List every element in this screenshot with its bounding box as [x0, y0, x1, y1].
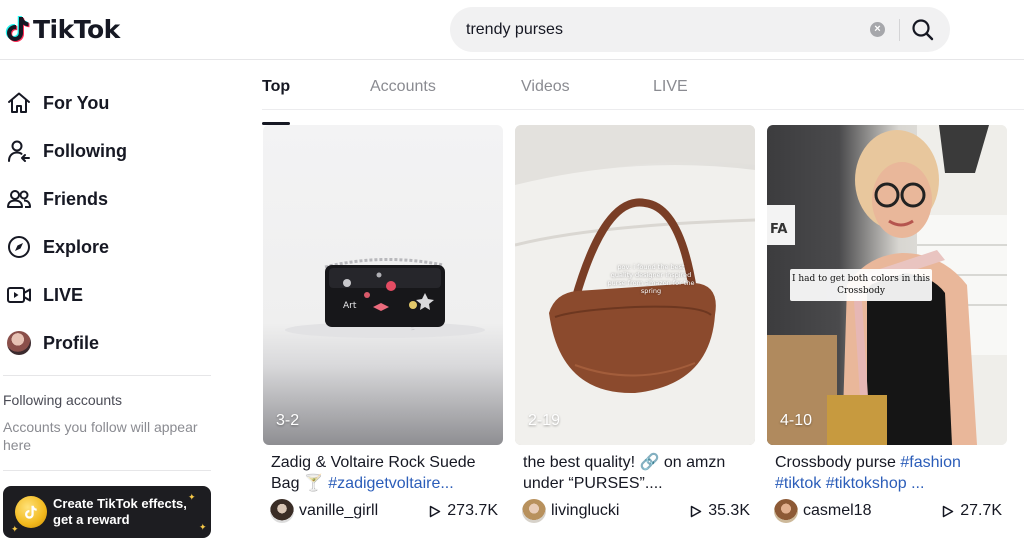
video-card[interactable]: pov: i found the best quality designer i… [515, 125, 755, 525]
play-icon [430, 505, 441, 517]
sidebar-item-profile[interactable]: Profile [6, 325, 211, 361]
svg-text:FA: FA [770, 222, 787, 237]
search-result-tabs: Top Accounts Videos LIVE [262, 62, 1024, 125]
sidebar-item-explore[interactable]: Explore [6, 229, 211, 265]
black-purse-image: Art [285, 257, 485, 338]
caption-hashtags[interactable]: #zadigetvoltaire... [328, 475, 453, 492]
tab-label: Top [262, 78, 291, 95]
video-overlay-text: I had to get both colors in this Crossbo… [790, 269, 932, 301]
sidebar-item-label: LIVE [43, 284, 84, 305]
profile-avatar-wrap [6, 330, 32, 356]
search-icon [912, 19, 934, 41]
tab-videos[interactable]: Videos [521, 78, 570, 96]
caption-text: the best quality! 🔗 on amzn under “PURSE… [523, 454, 726, 492]
sidebar-item-live[interactable]: LIVE [6, 277, 211, 313]
sidebar-item-friends[interactable]: Friends [6, 181, 211, 217]
play-icon [942, 505, 954, 517]
author-name[interactable]: vanille_girll [299, 502, 378, 520]
video-thumbnail[interactable]: Art 3-2 [263, 125, 503, 445]
video-thumbnail[interactable]: pov: i found the best quality designer i… [515, 125, 755, 445]
play-icon [690, 505, 702, 517]
view-count-value: 273.7K [447, 502, 498, 519]
top-header: TikTok × [0, 0, 1024, 60]
author-avatar[interactable] [522, 499, 546, 523]
video-date: 3-2 [276, 412, 300, 429]
search-divider [899, 19, 900, 41]
video-card[interactable]: Art 3-2 Zadig & Voltaire Rock Suede Bag … [263, 125, 503, 525]
friends-icon [6, 186, 32, 212]
video-caption[interactable]: the best quality! 🔗 on amzn under “PURSE… [523, 452, 751, 494]
sidebar-item-label: Explore [43, 236, 110, 257]
live-icon [6, 282, 32, 308]
author-name[interactable]: casmel18 [803, 502, 871, 520]
following-icon [6, 138, 32, 164]
sidebar-item-following[interactable]: Following [6, 133, 211, 169]
video-caption[interactable]: Crossbody purse #fashion #tiktok #tiktok… [775, 452, 1003, 494]
author-row: casmel18 27.7K [774, 499, 1004, 523]
effects-banner-text: Create TikTok effects, get a reward [53, 496, 187, 527]
video-overlay-text: pov: i found the best quality designer i… [607, 263, 695, 295]
effects-coin-icon [15, 496, 47, 528]
view-count-value: 35.3K [708, 502, 750, 519]
home-icon [6, 90, 32, 116]
sparkle-icon: ✦ [199, 522, 207, 532]
compass-icon [6, 234, 32, 260]
clear-search-icon[interactable]: × [870, 22, 885, 37]
sidebar-item-label: Friends [43, 188, 109, 209]
sidebar-divider [3, 470, 211, 471]
search-button[interactable] [910, 17, 936, 43]
tab-accounts[interactable]: Accounts [370, 78, 436, 96]
video-caption[interactable]: Zadig & Voltaire Rock Suede Bag 🍸 #zadig… [271, 452, 499, 494]
video-card[interactable]: FA I had to get both colors in this Cros… [767, 125, 1007, 525]
view-count: 35.3K [690, 502, 750, 520]
video-date: 2-19 [528, 412, 561, 429]
sparkle-icon: ✦ [11, 524, 19, 534]
video-date: 4-10 [780, 412, 813, 429]
sidebar: For You Following Friends Explore LIVE P… [0, 61, 220, 548]
sidebar-item-for-you[interactable]: For You [6, 85, 211, 121]
author-row: vanille_girll 273.7K [270, 499, 500, 523]
tab-top[interactable]: Top [262, 78, 291, 125]
tab-live[interactable]: LIVE [653, 78, 688, 96]
author-row: livinglucki 35.3K [522, 499, 752, 523]
sparkle-icon: ✦ [188, 492, 196, 502]
view-count: 273.7K [429, 502, 498, 520]
tiktok-logo-icon [5, 16, 30, 42]
view-count-value: 27.7K [960, 502, 1002, 519]
following-accounts-title: Following accounts [3, 392, 123, 408]
view-count: 27.7K [942, 502, 1002, 520]
video-thumbnail[interactable]: FA I had to get both colors in this Cros… [767, 125, 1007, 445]
svg-text:Art: Art [343, 301, 357, 311]
logo-wordmark: TikTok [33, 14, 120, 44]
sidebar-divider [3, 375, 211, 376]
author-avatar[interactable] [774, 499, 798, 523]
tiktok-logo[interactable]: TikTok [4, 12, 120, 46]
create-effects-banner[interactable]: Create TikTok effects, get a reward ✦ ✦ … [3, 486, 211, 538]
search-bar: × [450, 7, 950, 52]
author-name[interactable]: livinglucki [551, 502, 619, 520]
sidebar-item-label: For You [43, 92, 110, 113]
caption-text: Crossbody purse [775, 454, 901, 471]
search-input[interactable] [466, 7, 856, 52]
avatar [7, 331, 31, 355]
sidebar-item-label: Following [43, 140, 127, 161]
following-accounts-desc: Accounts you follow will appear here [3, 419, 198, 453]
sidebar-item-label: Profile [43, 332, 100, 353]
author-avatar[interactable] [270, 499, 294, 523]
